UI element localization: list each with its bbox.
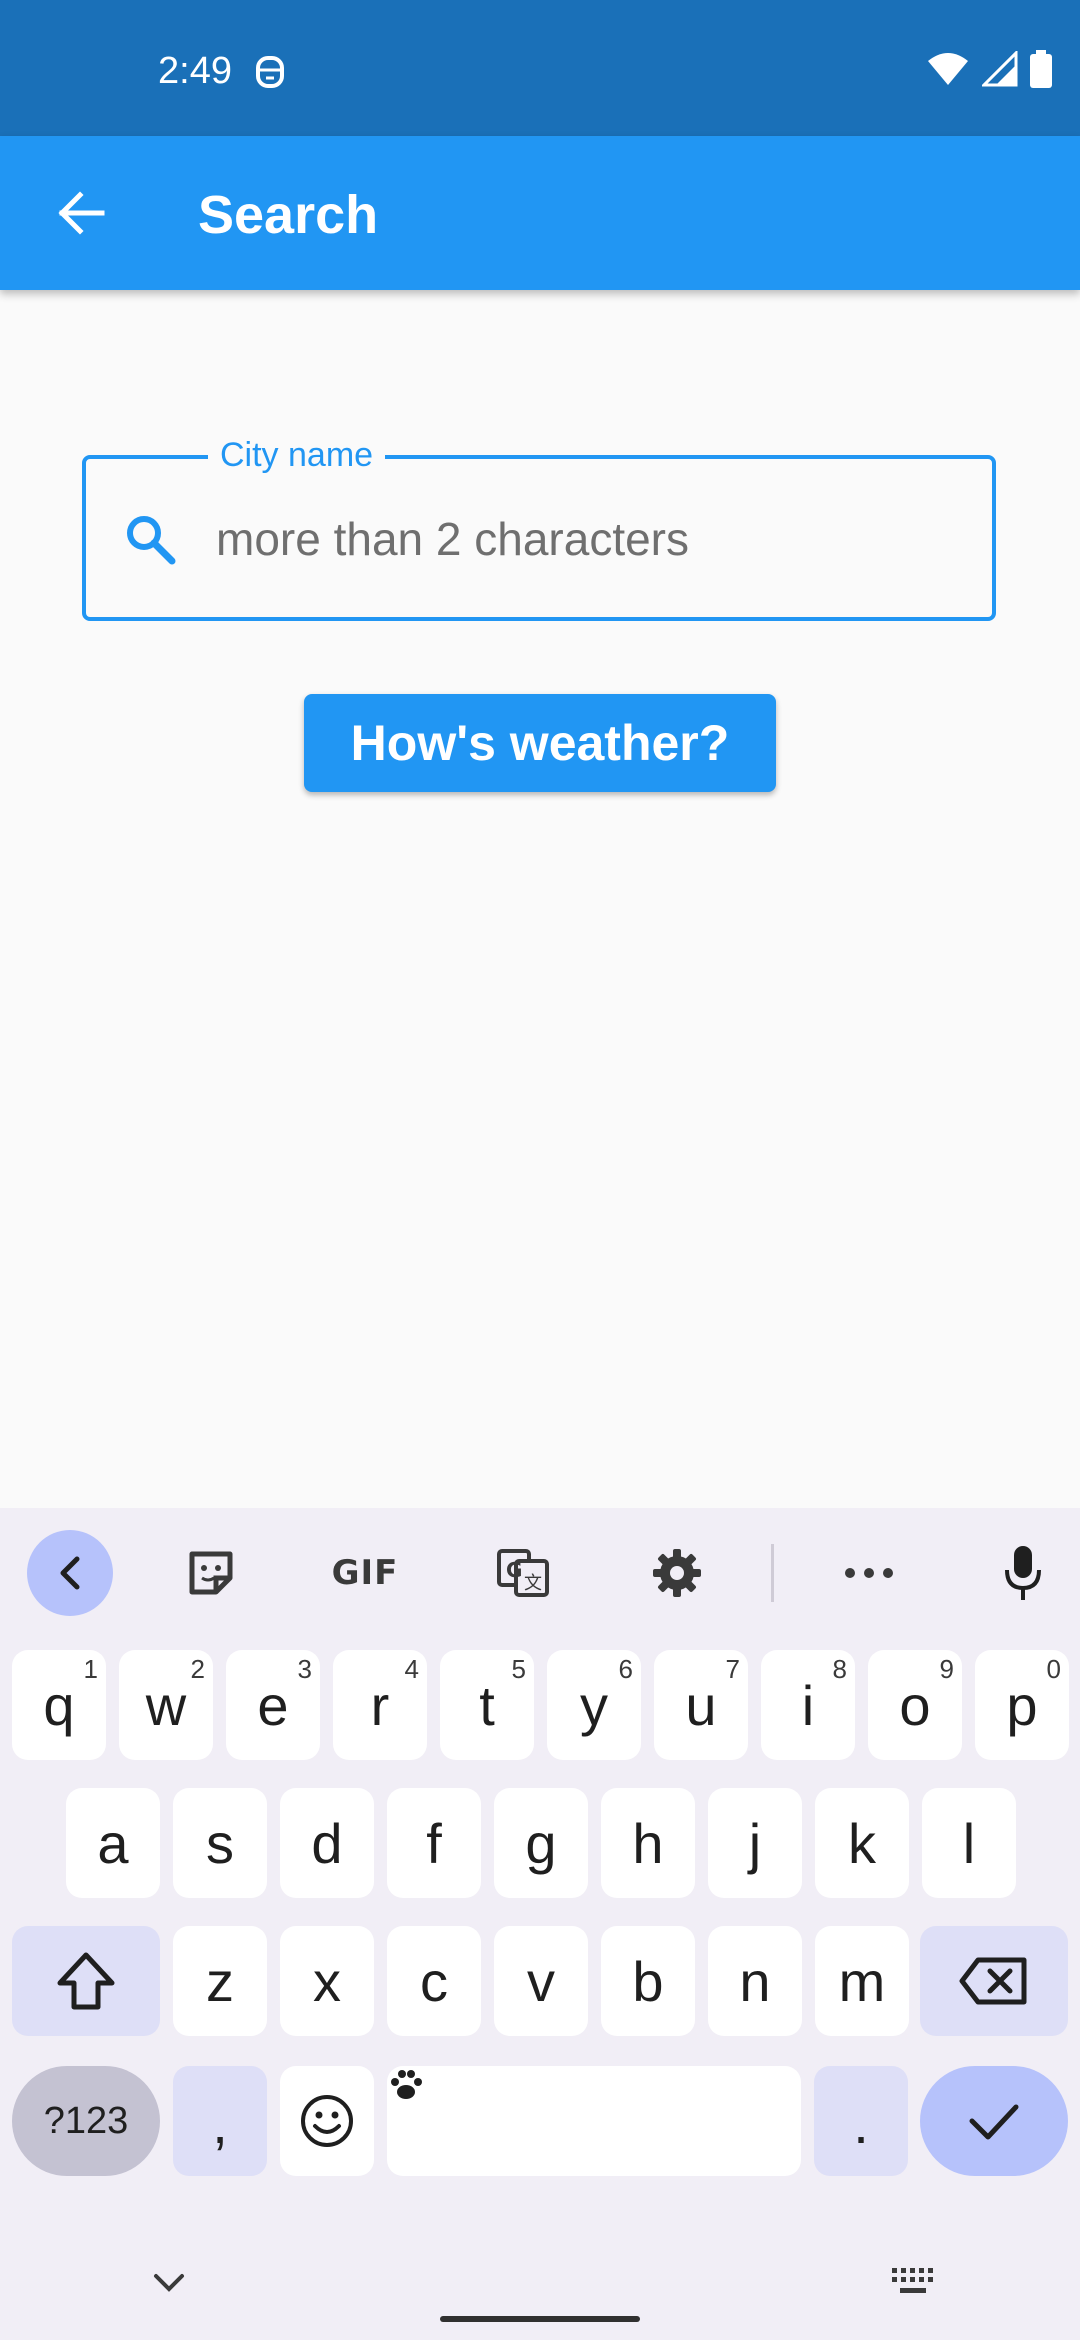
space-key[interactable] xyxy=(387,2066,801,2176)
checkmark-icon xyxy=(969,2104,1019,2140)
key-hint: 3 xyxy=(297,1654,312,1684)
key-n[interactable]: n xyxy=(708,1926,802,2036)
back-button[interactable] xyxy=(40,172,122,254)
key-z[interactable]: z xyxy=(173,1926,267,2036)
gif-button[interactable]: GIF xyxy=(320,1530,410,1616)
key-w[interactable]: w2 xyxy=(119,1650,213,1760)
more-horizontal-icon xyxy=(845,1568,893,1578)
search-icon xyxy=(127,516,176,565)
key-a[interactable]: a xyxy=(66,1788,160,1898)
wifi-icon xyxy=(928,53,968,85)
keyboard-toolbar: GIF G 文 xyxy=(0,1508,1080,1636)
key-q[interactable]: q1 xyxy=(12,1650,106,1760)
comma-key[interactable]: , xyxy=(173,2066,267,2176)
key-label: y xyxy=(580,1673,608,1737)
back-arrow-icon xyxy=(58,191,105,235)
done-key[interactable] xyxy=(920,2066,1068,2176)
shift-icon xyxy=(57,1952,115,2010)
key-e[interactable]: e3 xyxy=(226,1650,320,1760)
key-hint: 6 xyxy=(618,1654,633,1684)
period-key[interactable]: . xyxy=(814,2066,908,2176)
key-g[interactable]: g xyxy=(494,1788,588,1898)
sticker-button[interactable] xyxy=(168,1530,254,1616)
key-y[interactable]: y6 xyxy=(547,1650,641,1760)
symbols-key[interactable]: ?123 xyxy=(12,2066,160,2176)
hows-weather-button[interactable]: How's weather? xyxy=(304,694,776,792)
emoji-icon xyxy=(301,2095,353,2147)
key-j[interactable]: j xyxy=(708,1788,802,1898)
key-l[interactable]: l xyxy=(922,1788,1016,1898)
key-hint: 2 xyxy=(190,1654,205,1684)
sticker-icon xyxy=(189,1551,233,1595)
more-options-button[interactable] xyxy=(826,1530,912,1616)
key-r[interactable]: r4 xyxy=(333,1650,427,1760)
app-bar: Search xyxy=(0,136,1080,290)
keyboard-switch-button[interactable] xyxy=(890,2266,936,2298)
emoji-key[interactable] xyxy=(280,2066,374,2176)
key-o[interactable]: o9 xyxy=(868,1650,962,1760)
key-d[interactable]: d xyxy=(280,1788,374,1898)
key-hint: 8 xyxy=(832,1654,847,1684)
gear-icon xyxy=(653,1549,701,1597)
key-hint: 4 xyxy=(404,1654,419,1684)
notification-icon xyxy=(256,56,284,88)
city-name-label: City name xyxy=(208,435,386,475)
key-label: q xyxy=(43,1673,75,1737)
chevron-down-icon xyxy=(154,2274,184,2292)
key-h[interactable]: h xyxy=(601,1788,695,1898)
key-label: i xyxy=(801,1673,815,1737)
microphone-icon xyxy=(1005,1546,1041,1600)
page-title: Search xyxy=(198,185,379,245)
key-k[interactable]: k xyxy=(815,1788,909,1898)
key-label: o xyxy=(899,1673,931,1737)
key-x[interactable]: x xyxy=(280,1926,374,2036)
shift-key[interactable] xyxy=(12,1926,160,2036)
translate-icon: G 文 xyxy=(497,1549,549,1597)
svg-text:文: 文 xyxy=(524,1573,542,1594)
key-f[interactable]: f xyxy=(387,1788,481,1898)
chevron-left-icon xyxy=(60,1556,80,1590)
battery-icon xyxy=(1030,50,1052,88)
key-c[interactable]: c xyxy=(387,1926,481,2036)
key-s[interactable]: s xyxy=(173,1788,267,1898)
key-i[interactable]: i8 xyxy=(761,1650,855,1760)
paw-icon xyxy=(391,2070,422,2099)
key-label: p xyxy=(1006,1673,1038,1737)
keyboard-collapse-toolbar-button[interactable] xyxy=(27,1530,113,1616)
key-b[interactable]: b xyxy=(601,1926,695,2036)
key-label: w xyxy=(145,1673,187,1737)
svg-text:G: G xyxy=(506,1558,522,1582)
key-v[interactable]: v xyxy=(494,1926,588,2036)
key-hint: 5 xyxy=(511,1654,526,1684)
key-hint: 0 xyxy=(1046,1654,1061,1684)
key-label: t xyxy=(479,1673,495,1737)
backspace-icon xyxy=(959,1957,1027,2005)
keyboard-icon xyxy=(892,2268,933,2293)
key-u[interactable]: u7 xyxy=(654,1650,748,1760)
hide-keyboard-button[interactable] xyxy=(148,2268,190,2298)
city-name-field[interactable]: City name xyxy=(82,435,996,621)
key-p[interactable]: p0 xyxy=(975,1650,1069,1760)
status-bar: 2:49 xyxy=(0,0,1080,136)
gif-label: GIF xyxy=(331,1553,399,1593)
key-label: e xyxy=(257,1673,289,1737)
key-label: u xyxy=(685,1673,717,1737)
translate-button[interactable]: G 文 xyxy=(480,1530,566,1616)
backspace-key[interactable] xyxy=(920,1926,1068,2036)
toolbar-divider xyxy=(771,1544,774,1602)
key-m[interactable]: m xyxy=(815,1926,909,2036)
key-hint: 1 xyxy=(83,1654,98,1684)
key-hint: 7 xyxy=(725,1654,740,1684)
key-label: r xyxy=(370,1673,390,1737)
voice-input-button[interactable] xyxy=(980,1530,1066,1616)
city-search-input[interactable] xyxy=(214,503,958,575)
settings-button[interactable] xyxy=(634,1530,720,1616)
status-time: 2:49 xyxy=(158,50,232,92)
key-hint: 9 xyxy=(939,1654,954,1684)
home-indicator[interactable] xyxy=(440,2316,640,2322)
signal-icon xyxy=(982,51,1018,87)
status-icons xyxy=(926,50,1052,88)
key-t[interactable]: t5 xyxy=(440,1650,534,1760)
